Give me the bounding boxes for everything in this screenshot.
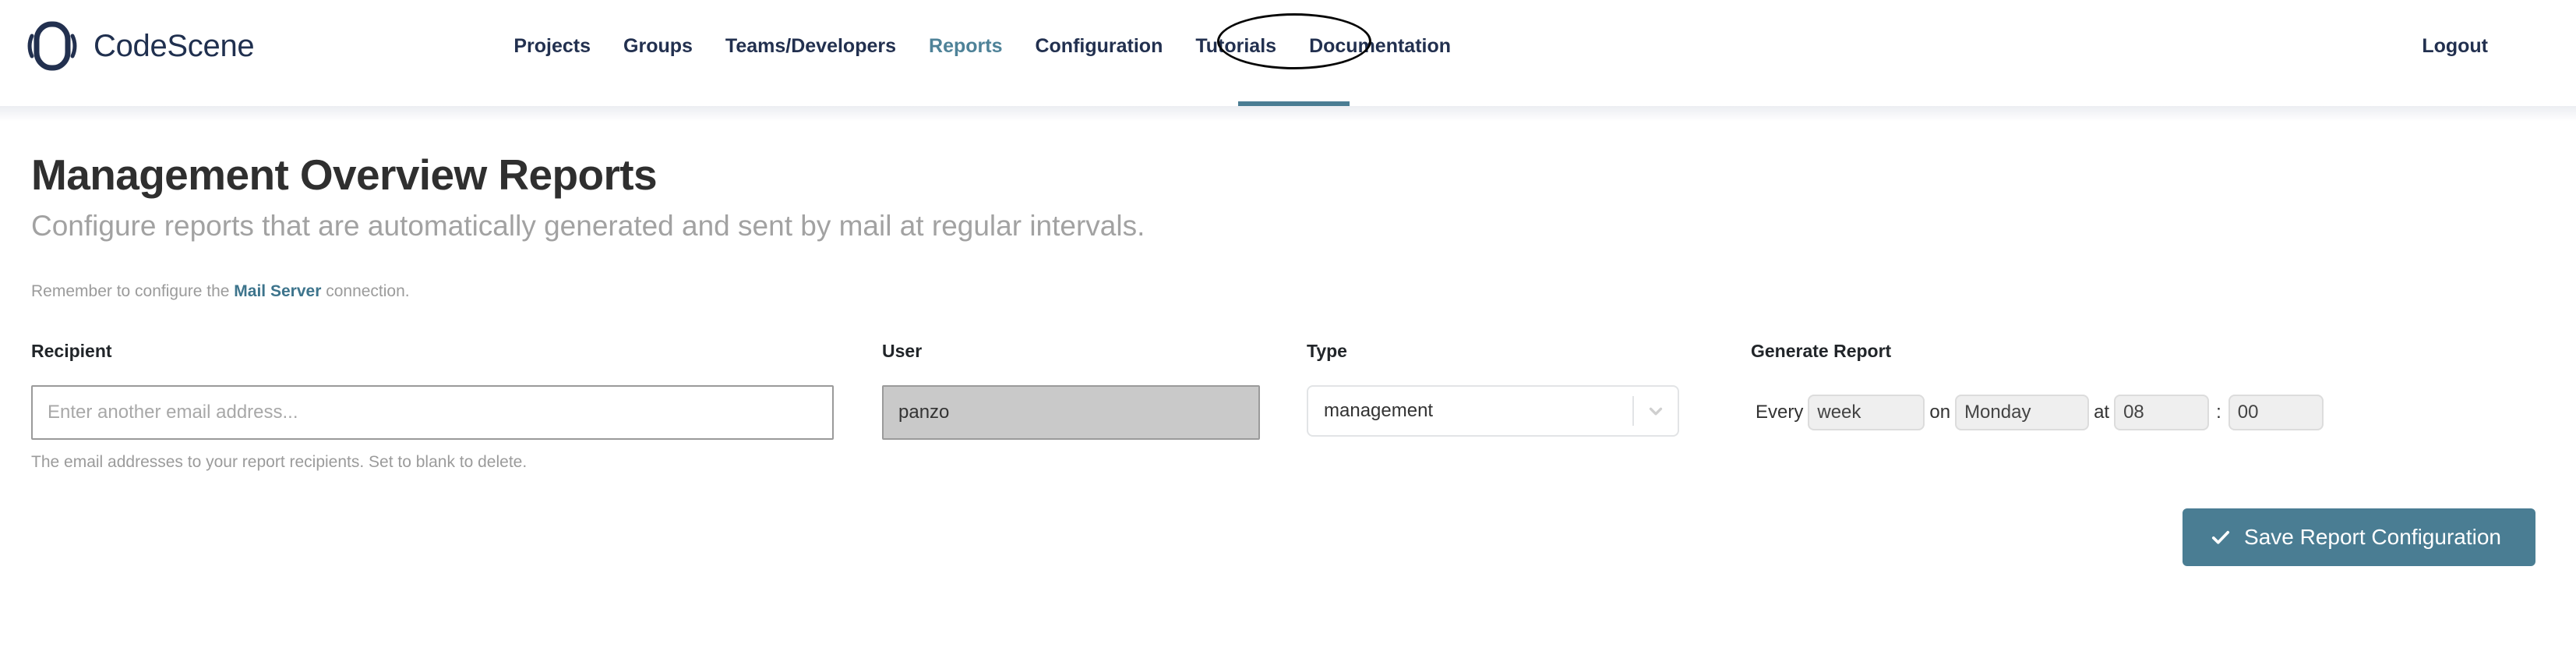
on-label: on [1929,402,1951,423]
page-subtitle: Configure reports that are automatically… [31,210,1145,242]
check-icon [2211,527,2231,547]
navbar-inner: CodeScene Projects Groups Teams/Develope… [25,0,2535,92]
schedule-controls: Every on at : [1751,385,2545,440]
hint-suffix-text: connection. [321,282,410,300]
hint-prefix-text: Remember to configure the [31,282,235,300]
user-field-group: User [882,340,1307,440]
nav-item-configuration[interactable]: Configuration [1018,34,1179,58]
user-label: User [882,341,923,361]
top-navigation-bar: CodeScene Projects Groups Teams/Develope… [0,0,2576,122]
time-separator: : [2216,402,2221,423]
page-content: Management Overview Reports Configure re… [0,106,2576,566]
save-report-configuration-button[interactable]: Save Report Configuration [2183,508,2535,566]
mail-server-hint: Remember to configure the Mail Server co… [31,260,2545,302]
type-select[interactable]: management [1307,385,1679,437]
brand-name: CodeScene [94,28,255,63]
generate-report-field-group: Generate Report Every on at : [1751,340,2545,440]
nav-item-teams-developers[interactable]: Teams/Developers [709,34,912,58]
every-label: Every [1756,402,1804,423]
nav-item-tutorials[interactable]: Tutorials [1179,34,1293,58]
chevron-down-icon[interactable] [1634,387,1678,435]
codescene-ring-logo-icon [25,19,79,73]
nav-right-group: Logout [2405,34,2535,58]
type-select-value: management [1324,400,1434,421]
mail-server-link[interactable]: Mail Server [234,282,321,300]
recipient-email-input[interactable] [31,385,834,440]
minute-input[interactable] [2228,395,2324,430]
active-nav-underline [1238,101,1350,106]
recipient-help-text: The email addresses to your report recip… [31,453,528,471]
save-button-label: Save Report Configuration [2244,525,2501,549]
nav-item-documentation[interactable]: Documentation [1293,34,1467,58]
day-input[interactable] [1955,395,2090,430]
nav-item-projects[interactable]: Projects [497,34,607,58]
primary-nav: Projects Groups Teams/Developers Reports… [497,34,1467,58]
interval-input[interactable] [1808,395,1925,430]
recipient-field-group: Recipient The email addresses to your re… [31,340,882,473]
report-config-form-row: Recipient The email addresses to your re… [31,318,2545,473]
form-actions: Save Report Configuration [31,473,2545,566]
nav-item-groups[interactable]: Groups [607,34,709,58]
nav-item-reports[interactable]: Reports [912,34,1018,58]
hour-input[interactable] [2114,395,2210,430]
type-label: Type [1307,341,1347,361]
at-label: at [2094,402,2110,423]
recipient-label: Recipient [31,341,112,361]
user-input [882,385,1260,440]
type-field-group: Type management [1307,340,1751,437]
brand-logo-link[interactable]: CodeScene [25,19,255,73]
page-title: Management Overview Reports [31,150,658,199]
logout-link[interactable]: Logout [2405,34,2504,58]
generate-report-label: Generate Report [1751,341,1892,361]
